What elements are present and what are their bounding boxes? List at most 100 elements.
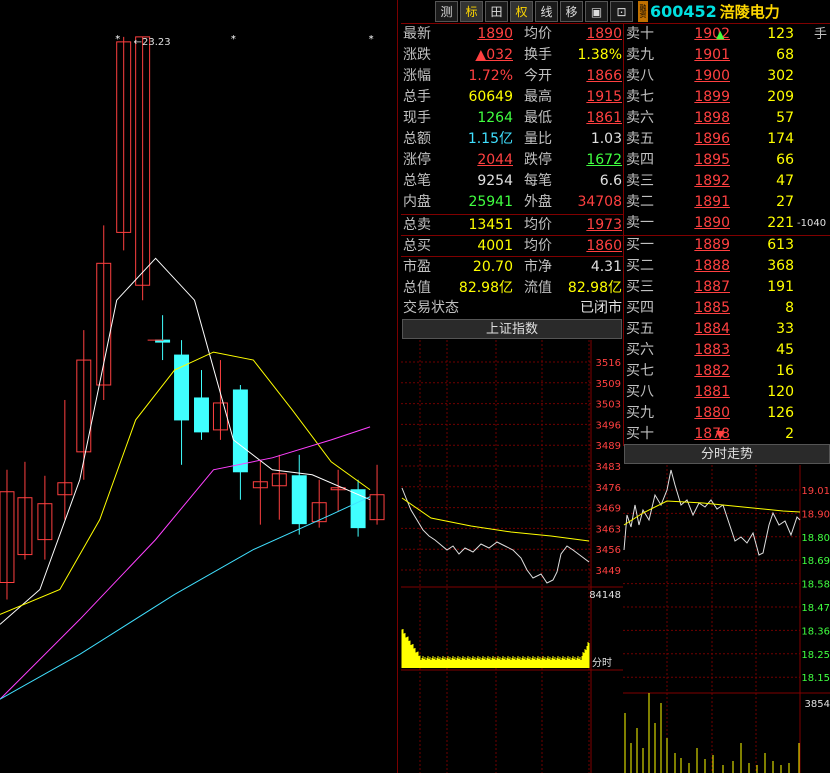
tb-ce-button[interactable]: 测 bbox=[435, 1, 458, 22]
ask-row[interactable]: 卖十 1902 123 ▲ bbox=[624, 24, 830, 45]
quote-row: 最新 1890 均价 1890 bbox=[401, 24, 623, 45]
volume-max-label: 84148 bbox=[589, 590, 621, 601]
ask-row[interactable]: 卖三 1892 47 bbox=[624, 171, 830, 192]
ask-row[interactable]: 卖七 1899 209 bbox=[624, 87, 830, 108]
quote-value: 1866 bbox=[586, 68, 622, 84]
quote-label: 市盈 bbox=[403, 259, 431, 275]
candle bbox=[291, 475, 307, 525]
bid-row[interactable]: 买四 1885 8 bbox=[624, 298, 830, 319]
candle bbox=[194, 397, 209, 433]
quote-divider bbox=[401, 256, 623, 257]
level-label: 买七 bbox=[626, 363, 654, 379]
quote-divider bbox=[401, 235, 623, 236]
trade-status-row: 交易状态 已闭市 bbox=[401, 298, 623, 319]
level-price[interactable]: 1887 bbox=[672, 277, 730, 298]
y-axis-label: 19.01 bbox=[801, 486, 830, 497]
index-chart[interactable]: 3516 3509 3503 3496 3489 3483 3476 3469 3463 3456… bbox=[401, 340, 623, 773]
event-marker: * bbox=[231, 34, 236, 45]
y-axis-label: 18.36 bbox=[801, 626, 830, 637]
level-price[interactable]: 1898 bbox=[672, 108, 730, 129]
level-volume: 613 bbox=[767, 237, 794, 253]
level-volume: 57 bbox=[776, 110, 794, 126]
level-price[interactable]: 1901 bbox=[672, 45, 730, 66]
y-axis-label: 3463 bbox=[596, 524, 621, 535]
bid-row[interactable]: 买八 1881 120 bbox=[624, 382, 830, 403]
volume-max-label: 3854 bbox=[805, 699, 830, 710]
bid-row[interactable]: 买七 1882 16 bbox=[624, 361, 830, 382]
quote-row: 总额 1.15亿 量比 1.03 bbox=[401, 129, 623, 150]
level-price[interactable]: 1884 bbox=[672, 319, 730, 340]
bid-row[interactable]: 买六 1883 45 bbox=[624, 340, 830, 361]
quote-value: 1.03 bbox=[590, 131, 622, 147]
level-volume: 191 bbox=[767, 279, 794, 295]
level-price[interactable]: 1896 bbox=[672, 129, 730, 150]
arrow-up-icon[interactable]: ▲ bbox=[716, 24, 724, 45]
bid-row[interactable]: 买二 1888 368 bbox=[624, 256, 830, 277]
arrow-down-icon[interactable]: ▼ bbox=[716, 424, 724, 445]
level-label: 卖一 bbox=[626, 215, 654, 231]
ask-row[interactable]: 卖八 1900 302 bbox=[624, 66, 830, 87]
tb-f10-button[interactable]: ⊡ bbox=[610, 1, 633, 22]
ask-row[interactable]: 卖九 1901 68 bbox=[624, 45, 830, 66]
index-panel-title[interactable]: 上证指数 bbox=[402, 319, 622, 339]
level-price[interactable]: 1892 bbox=[672, 171, 730, 192]
tb-biao-button[interactable]: 标 bbox=[460, 1, 483, 22]
kline-chart[interactable]: ←23.23 * * * bbox=[0, 0, 398, 773]
level-price[interactable]: 1883 bbox=[672, 340, 730, 361]
quote-row: 总笔 9254 每笔 6.6 bbox=[401, 171, 623, 192]
level-price[interactable]: 1889 bbox=[672, 235, 730, 256]
ask-row[interactable]: 卖一 1890 221 -1040 bbox=[624, 213, 830, 234]
level-price[interactable]: 1888 bbox=[672, 256, 730, 277]
level-price[interactable]: 1882 bbox=[672, 361, 730, 382]
candle bbox=[232, 389, 248, 473]
level-price[interactable]: 1885 bbox=[672, 298, 730, 319]
bid-row[interactable]: 买五 1884 33 bbox=[624, 319, 830, 340]
level-price[interactable]: 1890 bbox=[672, 213, 730, 234]
quote-row: 总卖 13451 均价 1973 bbox=[401, 215, 623, 236]
level-price[interactable]: 1880 bbox=[672, 403, 730, 424]
y-axis-label: 3476 bbox=[596, 483, 621, 494]
level-price[interactable]: 1895 bbox=[672, 150, 730, 171]
ask-row[interactable]: 卖四 1895 66 bbox=[624, 150, 830, 171]
level-label: 买五 bbox=[626, 321, 654, 337]
level-label: 卖十 bbox=[626, 26, 654, 42]
toolbar: 测标田权线移 ▣ ⊡ 融资 600452 涪陵电力 bbox=[401, 0, 830, 24]
quote-value: 4.31 bbox=[590, 259, 622, 275]
ask-row[interactable]: 卖五 1896 174 bbox=[624, 129, 830, 150]
level-volume: 123 bbox=[767, 26, 794, 42]
ask-row[interactable]: 卖二 1891 27 bbox=[624, 192, 830, 213]
tb-xian-button[interactable]: 线 bbox=[535, 1, 558, 22]
quote-label: 涨幅 bbox=[403, 68, 431, 84]
bid-row[interactable]: 买九 1880 126 bbox=[624, 403, 830, 424]
level-price[interactable]: 1900 bbox=[672, 66, 730, 87]
quote-value: 13451 bbox=[468, 217, 513, 233]
quote-value: 60649 bbox=[468, 89, 513, 105]
ask-row[interactable]: 卖六 1898 57 bbox=[624, 108, 830, 129]
intraday-chart[interactable]: 19.01 18.90 18.80 18.69 18.58 18.47 18.36 18.25… bbox=[623, 465, 830, 773]
level-price[interactable]: 1891 bbox=[672, 192, 730, 213]
tb-box-button[interactable]: ▣ bbox=[585, 1, 608, 22]
quote-label: 最新 bbox=[403, 26, 431, 42]
stock-code: 600452 bbox=[650, 2, 717, 21]
level-volume: 174 bbox=[767, 131, 794, 147]
tb-yi-button[interactable]: 移 bbox=[560, 1, 583, 22]
tb-grid-button[interactable]: 田 bbox=[485, 1, 508, 22]
level-volume: 33 bbox=[776, 321, 794, 337]
bid-row[interactable]: 买三 1887 191 bbox=[624, 277, 830, 298]
intraday-panel-title[interactable]: 分时走势 bbox=[624, 444, 830, 464]
event-marker: * bbox=[369, 34, 374, 45]
tb-quan-button[interactable]: 权 bbox=[510, 1, 533, 22]
level-volume: 302 bbox=[767, 68, 794, 84]
quote-row: 现手 1264 最低 1861 bbox=[401, 108, 623, 129]
bid-row[interactable]: 买一 1889 613 bbox=[624, 235, 830, 256]
candle bbox=[350, 489, 366, 529]
level-price[interactable]: 1899 bbox=[672, 87, 730, 108]
quote-row: 内盘 25941 外盘 34708 bbox=[401, 192, 623, 213]
y-axis-label: 18.25 bbox=[801, 650, 830, 661]
level-price[interactable]: 1881 bbox=[672, 382, 730, 403]
quote-label: 总值 bbox=[403, 280, 431, 296]
bid-row[interactable]: 买十 1878 2 ▼ bbox=[624, 424, 830, 445]
level-label: 卖七 bbox=[626, 89, 654, 105]
level-volume: 368 bbox=[767, 258, 794, 274]
quote-value: 82.98亿 bbox=[458, 280, 513, 296]
